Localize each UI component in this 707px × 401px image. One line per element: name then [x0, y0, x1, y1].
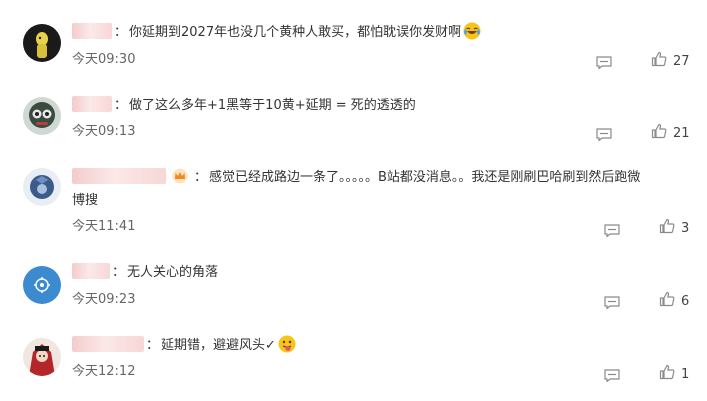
comment-time: 今天11:41	[72, 219, 136, 234]
comment-body: ：感觉已经成路边一条了。。。。。B站都没消息。。我还是刚刷巴哈刷到然后跑微 博搜	[72, 168, 641, 208]
avatar[interactable]	[23, 168, 61, 206]
like-count: 21	[673, 125, 690, 141]
comment-text: 你延期到2027年也没几个黄种人敢买，都怕耽误你发财啊	[129, 25, 462, 40]
comment-text: 延期错，避避风头✓	[161, 338, 276, 353]
comment-body: ：延期错，避避风头✓	[72, 334, 687, 357]
thumbs-up-icon	[651, 51, 667, 71]
reply-icon[interactable]	[596, 54, 612, 70]
thumbs-up-icon	[659, 364, 675, 384]
tongue-out-emoji	[278, 335, 296, 353]
comment-text: 感觉已经成路边一条了。。。。。B站都没消息。。我还是刚刷巴哈刷到然后跑微	[209, 170, 641, 185]
reply-icon[interactable]	[604, 222, 620, 238]
comment-text: 做了这么多年+1黑等于10黄+延期 = 死的透透的	[129, 98, 416, 113]
crown-badge-icon	[172, 168, 188, 184]
username[interactable]	[72, 168, 166, 184]
comment-text: 无人关心的角落	[127, 265, 219, 280]
comment-body: ：做了这么多年+1黑等于10黄+延期 = 死的透透的	[72, 94, 687, 117]
avatar[interactable]	[23, 266, 61, 304]
laugh-cry-emoji	[463, 22, 481, 40]
like-count: 6	[681, 293, 690, 309]
like-count: 1	[681, 366, 690, 382]
like-count: 3	[681, 220, 690, 236]
avatar[interactable]	[23, 338, 61, 376]
like-button[interactable]: 27	[651, 51, 690, 71]
comment-time: 今天12:12	[72, 364, 136, 379]
reply-icon[interactable]	[604, 367, 620, 383]
username[interactable]	[72, 96, 112, 112]
comment-text-continued: 博搜	[72, 193, 99, 208]
like-button[interactable]: 1	[659, 364, 690, 384]
like-button[interactable]: 6	[659, 291, 690, 311]
thumbs-up-icon	[659, 291, 675, 311]
thumbs-up-icon	[651, 123, 667, 143]
username[interactable]	[72, 263, 110, 279]
comment-time: 今天09:30	[72, 52, 136, 67]
reply-icon[interactable]	[596, 126, 612, 142]
avatar[interactable]	[23, 24, 61, 62]
reply-icon[interactable]	[604, 294, 620, 310]
thumbs-up-icon	[659, 218, 675, 238]
like-button[interactable]: 3	[659, 218, 690, 238]
comment-body: ：你延期到2027年也没几个黄种人敢买，都怕耽误你发财啊	[72, 21, 687, 44]
comment-body: ：无人关心的角落	[72, 261, 687, 284]
like-count: 27	[673, 53, 690, 69]
comment-time: 今天09:23	[72, 292, 136, 307]
username[interactable]	[72, 336, 144, 352]
like-button[interactable]: 21	[651, 123, 690, 143]
comment-time: 今天09:13	[72, 124, 136, 139]
avatar[interactable]	[23, 97, 61, 135]
username[interactable]	[72, 23, 112, 39]
